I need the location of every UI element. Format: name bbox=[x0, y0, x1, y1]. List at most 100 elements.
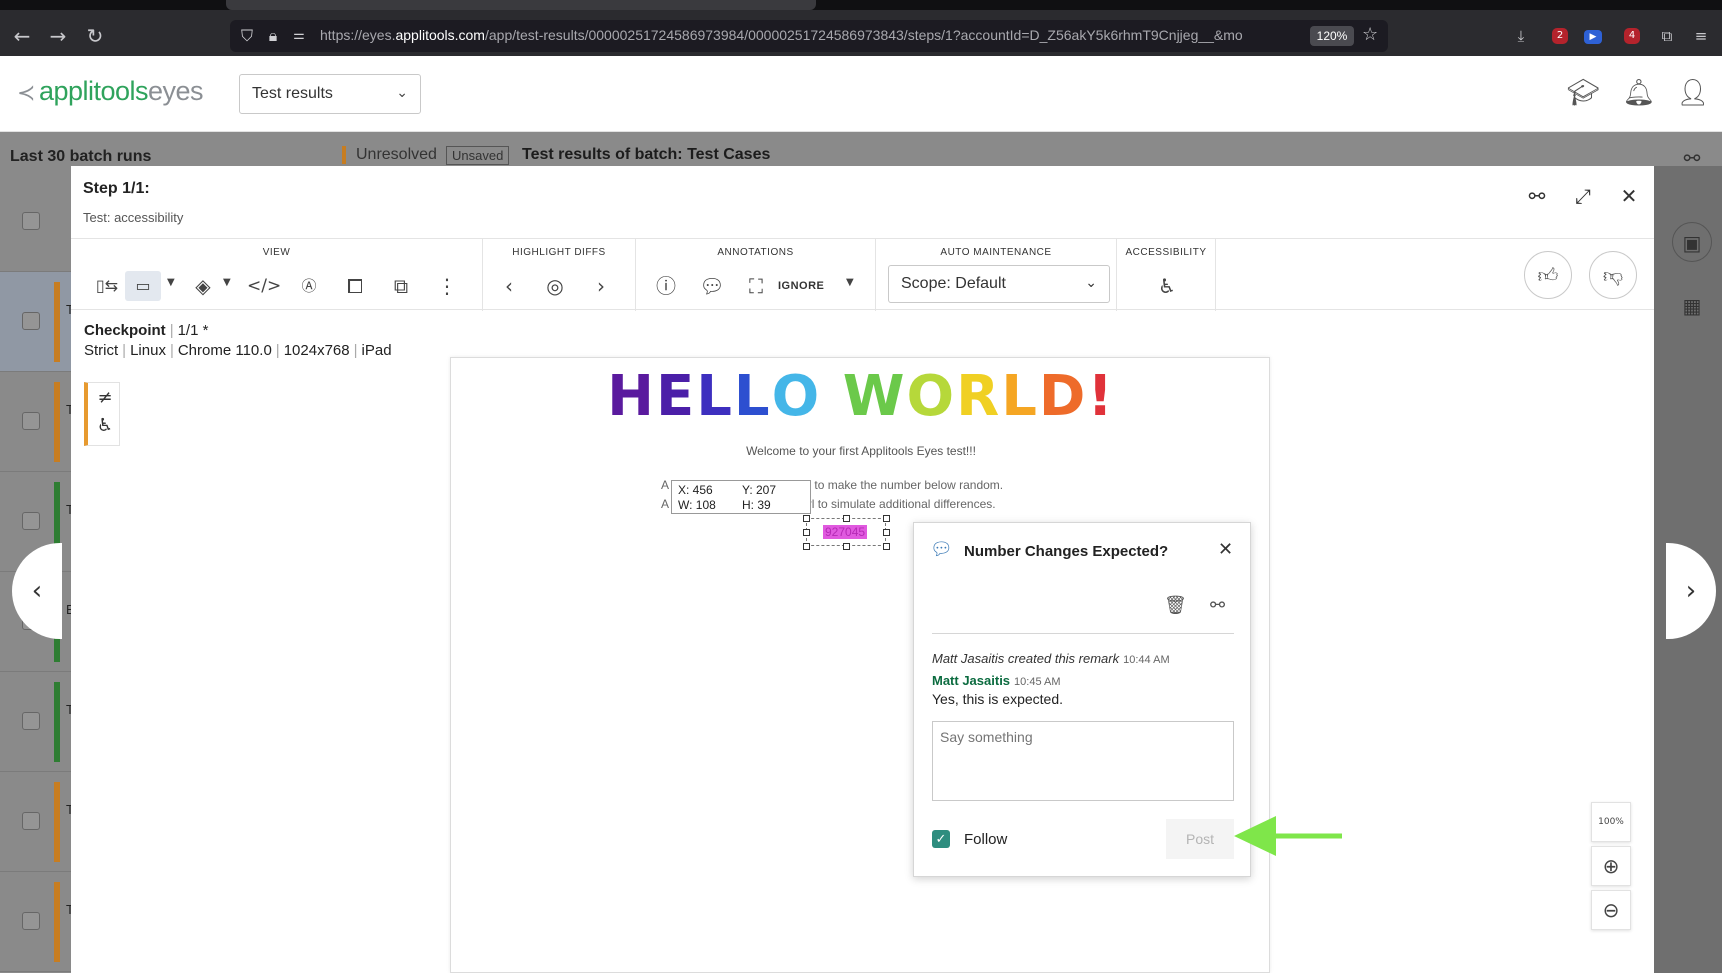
hello-letter: H bbox=[607, 364, 656, 429]
highlight-target-icon[interactable]: ◎ bbox=[539, 271, 571, 301]
url-text[interactable]: https://eyes.applitools.com/app/test-res… bbox=[320, 27, 1320, 43]
crop-icon[interactable]: ⧠ bbox=[339, 271, 371, 301]
remark-created-line: Matt Jasaitis created this remark 10:44 A… bbox=[932, 651, 1170, 666]
shield-icon[interactable]: ⛉ bbox=[236, 24, 258, 48]
comment-message: Yes, this is expected. bbox=[932, 691, 1064, 707]
zoom-fit-button[interactable]: 100% bbox=[1591, 802, 1631, 842]
user-menu-icon[interactable]: 👤︎ bbox=[1676, 76, 1710, 110]
region-icon[interactable]: ⛶ bbox=[740, 271, 772, 301]
remark-popup: 💬︎ Number Changes Expected? ✕ 🗑︎ ⚯ Matt … bbox=[913, 522, 1251, 877]
comment-input[interactable] bbox=[932, 721, 1234, 801]
downloads-icon[interactable]: ⤓ bbox=[1510, 25, 1532, 47]
remark-icon[interactable]: 💬︎ bbox=[696, 271, 728, 301]
ab-compare-icon[interactable]: Ⓐ bbox=[293, 271, 325, 301]
row-checkbox[interactable] bbox=[22, 912, 40, 930]
logo-text: applitools bbox=[38, 76, 149, 106]
close-icon[interactable]: ✕ bbox=[1615, 182, 1643, 210]
annotation-caret-icon[interactable]: ▼ bbox=[846, 277, 854, 288]
next-diff-icon[interactable]: › bbox=[585, 271, 617, 301]
expand-icon[interactable]: ⤢ bbox=[1569, 182, 1597, 210]
prev-diff-icon[interactable]: ‹ bbox=[493, 271, 525, 301]
bookmark-star-icon[interactable]: ☆ bbox=[1362, 24, 1378, 45]
scope-select[interactable]: Scope: Default ⌄ bbox=[888, 265, 1110, 303]
table-settings-icon[interactable]: ▦ bbox=[1672, 286, 1712, 326]
checkpoint-label: Checkpoint bbox=[84, 322, 166, 339]
batch-list-title: Last 30 batch runs bbox=[10, 148, 152, 165]
annotation-region[interactable]: 927045 bbox=[803, 515, 890, 550]
step-toolbar: VIEW ▯⇆ ▭ ▼ ◈ ▼ </> Ⓐ ⧠ ⧉ ⋮ HIGHLIGHT DI… bbox=[71, 238, 1654, 311]
row-checkbox[interactable] bbox=[22, 512, 40, 530]
active-tab[interactable] bbox=[226, 0, 816, 10]
view-select[interactable]: Test results ⌄ bbox=[239, 74, 421, 114]
resize-handle[interactable] bbox=[883, 543, 890, 550]
video-extension-icon[interactable]: ▶ bbox=[1584, 30, 1602, 44]
back-icon[interactable]: ← bbox=[10, 24, 34, 48]
view-label: VIEW bbox=[262, 247, 291, 258]
resize-handle[interactable] bbox=[883, 529, 890, 536]
zoom-level-badge[interactable]: 120% bbox=[1310, 26, 1354, 46]
row-checkbox[interactable] bbox=[22, 712, 40, 730]
created-time: 10:44 AM bbox=[1123, 654, 1170, 666]
hello-letter: L bbox=[696, 364, 734, 429]
overlay-icon[interactable]: ⧉ bbox=[385, 271, 417, 301]
extension-badge-icon[interactable]: 2 bbox=[1552, 28, 1568, 44]
row-checkbox[interactable] bbox=[22, 812, 40, 830]
resize-handle[interactable] bbox=[803, 529, 810, 536]
lock-icon[interactable]: 🔒︎ bbox=[262, 24, 284, 48]
row-checkbox[interactable] bbox=[22, 312, 40, 330]
share-icon[interactable]: ⚯ bbox=[1672, 138, 1712, 178]
code-icon[interactable]: </> bbox=[247, 271, 281, 301]
thumbs-down-button[interactable]: 👎︎ bbox=[1589, 251, 1637, 299]
extensions-puzzle-icon[interactable]: ⧉ bbox=[1656, 25, 1678, 47]
resize-handle[interactable] bbox=[803, 543, 810, 550]
view-caret-icon[interactable]: ▼ bbox=[167, 277, 175, 288]
layers-icon[interactable]: ◈ bbox=[187, 271, 219, 301]
menu-icon[interactable]: ≡ bbox=[1690, 25, 1712, 47]
share-icon[interactable]: ⚯ bbox=[1523, 182, 1551, 210]
zoom-in-button[interactable]: ⊕ bbox=[1591, 846, 1631, 886]
single-view-icon[interactable]: ▭ bbox=[125, 271, 161, 301]
reload-icon[interactable]: ↻ bbox=[83, 24, 107, 48]
follow-label: Follow bbox=[964, 831, 1008, 848]
resize-handle[interactable] bbox=[883, 515, 890, 522]
save-icon[interactable]: ▣ bbox=[1672, 222, 1712, 262]
more-icon[interactable]: ⋮ bbox=[431, 271, 463, 301]
applitools-logo[interactable]: ≺ applitoolseyes bbox=[17, 76, 204, 107]
resize-handle[interactable] bbox=[843, 543, 850, 550]
issue-icon[interactable]: ⓘ bbox=[650, 271, 682, 301]
accessibility-diff-icon[interactable]: ♿︎ bbox=[94, 415, 116, 437]
close-icon[interactable]: ✕ bbox=[1218, 539, 1233, 560]
region-coordinates-tooltip: X: 456 Y: 207 W: 108 H: 39 bbox=[671, 480, 811, 514]
status-bar bbox=[54, 782, 60, 862]
os-label: Linux bbox=[130, 342, 166, 359]
follow-checkbox[interactable]: ✓ bbox=[932, 830, 950, 848]
address-bar[interactable]: ⛉ 🔒︎ ⚌ https://eyes.applitools.com/app/t… bbox=[230, 20, 1388, 52]
notifications-bell-icon[interactable]: 🔔︎ bbox=[1622, 76, 1656, 110]
status-bar bbox=[54, 282, 60, 362]
share-icon[interactable]: ⚯ bbox=[1210, 595, 1225, 616]
row-checkbox[interactable] bbox=[22, 412, 40, 430]
resize-handle[interactable] bbox=[803, 515, 810, 522]
layers-caret-icon[interactable]: ▼ bbox=[223, 277, 231, 288]
app-header: ≺ applitoolseyes Test results ⌄ 🎓︎ 🔔︎ 👤︎ bbox=[0, 56, 1722, 132]
forward-icon[interactable]: → bbox=[46, 24, 70, 48]
batch-header: Unresolved Unsaved Test results of batch… bbox=[332, 132, 1722, 166]
row-checkbox[interactable] bbox=[22, 212, 40, 230]
tutorial-cap-icon[interactable]: 🎓︎ bbox=[1566, 76, 1600, 110]
batch-title: Test results of batch: Test Cases bbox=[522, 146, 771, 163]
thumbs-up-button[interactable]: 👍︎ bbox=[1524, 251, 1572, 299]
trash-icon[interactable]: 🗑︎ bbox=[1164, 595, 1187, 616]
accessibility-icon[interactable]: ♿︎ bbox=[1151, 271, 1183, 301]
extension-badge-icon-2[interactable]: 4 bbox=[1624, 28, 1640, 44]
comment-author-line: Matt Jasaitis 10:45 AM bbox=[932, 673, 1061, 688]
step-title: Step 1/1: bbox=[83, 180, 150, 197]
post-button[interactable]: Post bbox=[1166, 819, 1234, 859]
permissions-icon[interactable]: ⚌ bbox=[288, 24, 310, 48]
hello-letter: O bbox=[771, 364, 822, 429]
divider bbox=[932, 633, 1234, 634]
zoom-out-button[interactable]: ⊖ bbox=[1591, 890, 1631, 930]
annotations-label: ANNOTATIONS bbox=[717, 247, 794, 258]
not-equal-icon[interactable]: ≠ bbox=[94, 387, 116, 409]
resize-handle[interactable] bbox=[843, 515, 850, 522]
ignore-label[interactable]: IGNORE bbox=[778, 280, 824, 292]
